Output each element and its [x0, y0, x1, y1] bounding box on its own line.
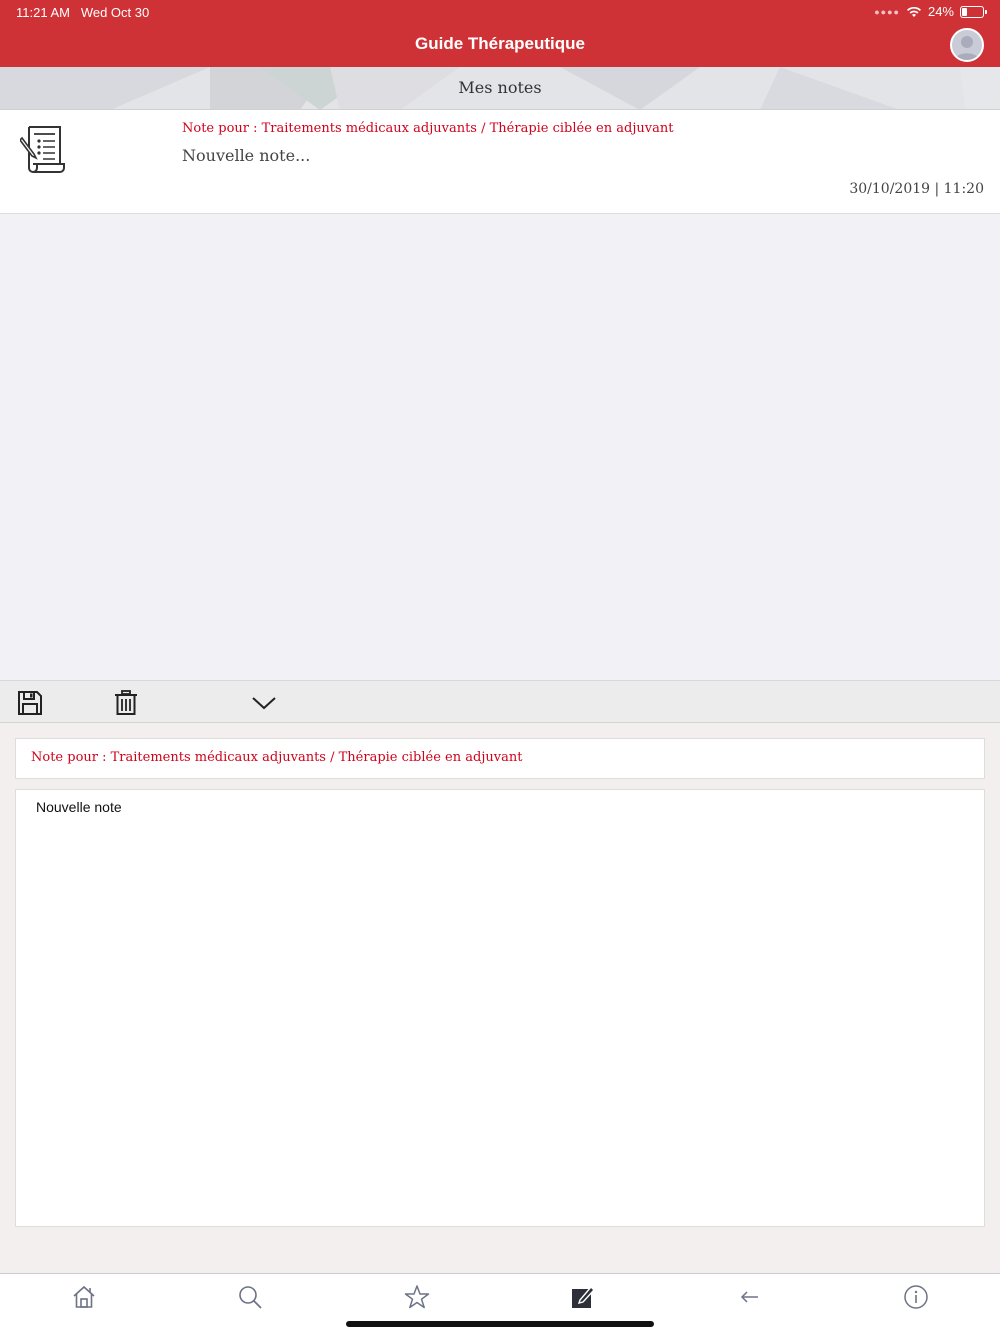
note-text-area[interactable]: Nouvelle note [15, 789, 985, 1227]
app-title: Guide Thérapeutique [414, 34, 586, 53]
save-icon [18, 691, 42, 715]
note-preview-text: Nouvelle note... [182, 146, 311, 165]
chevron-down-icon [252, 697, 276, 710]
note-editor: Note pour : Traitements médicaux adjuvan… [0, 723, 1000, 1273]
status-clock: 11:21 AM [16, 5, 70, 20]
search-icon [239, 1286, 262, 1309]
note-timestamp: 30/10/2019 | 11:20 [849, 181, 984, 197]
editor-context-box: Note pour : Traitements médicaux adjuvan… [15, 738, 985, 779]
note-document-icon [20, 126, 65, 173]
battery-level [962, 7, 967, 16]
editor-context-label: Note pour : Traitements médicaux adjuvan… [31, 750, 523, 765]
status-time: 11:21 AM Wed Oct 30 [16, 5, 149, 20]
home-icon [73, 1285, 95, 1308]
home-indicator[interactable] [346, 1321, 654, 1327]
status-indicators: ●●●● 24% [874, 4, 987, 19]
tab-favorites[interactable] [403, 1283, 431, 1311]
tab-info[interactable] [902, 1283, 930, 1311]
note-text-content: Nouvelle note [36, 799, 122, 815]
bottom-tab-bar [0, 1273, 1000, 1334]
tab-back[interactable] [736, 1283, 764, 1311]
section-header: Mes notes [0, 67, 1000, 110]
page-title: Mes notes [458, 78, 542, 97]
info-icon [904, 1285, 928, 1309]
note-list-item[interactable]: Note pour : Traitements médicaux adjuvan… [0, 110, 1000, 214]
tab-search[interactable] [236, 1283, 264, 1311]
tab-notes[interactable] [569, 1283, 597, 1311]
tab-home[interactable] [70, 1283, 98, 1311]
star-icon [404, 1285, 430, 1309]
app-header: 11:21 AM Wed Oct 30 ●●●● 24% Guide Théra… [0, 0, 1000, 67]
note-context-label: Note pour : Traitements médicaux adjuvan… [182, 121, 674, 136]
status-date: Wed Oct 30 [80, 5, 150, 20]
wifi-icon [906, 6, 921, 17]
delete-button[interactable] [112, 689, 140, 717]
collapse-editor-button[interactable] [250, 689, 278, 717]
save-button[interactable] [16, 689, 44, 717]
user-silhouette-icon [955, 36, 979, 60]
trash-icon [115, 690, 137, 715]
battery-percent: 24% [927, 4, 954, 19]
editor-toolbar [0, 680, 1000, 723]
battery-icon [960, 5, 987, 18]
cellular-signal-icon: ●●●● [874, 6, 900, 17]
back-arrow-icon [740, 1291, 758, 1303]
edit-note-icon [572, 1285, 595, 1308]
user-avatar-button[interactable] [950, 28, 984, 62]
